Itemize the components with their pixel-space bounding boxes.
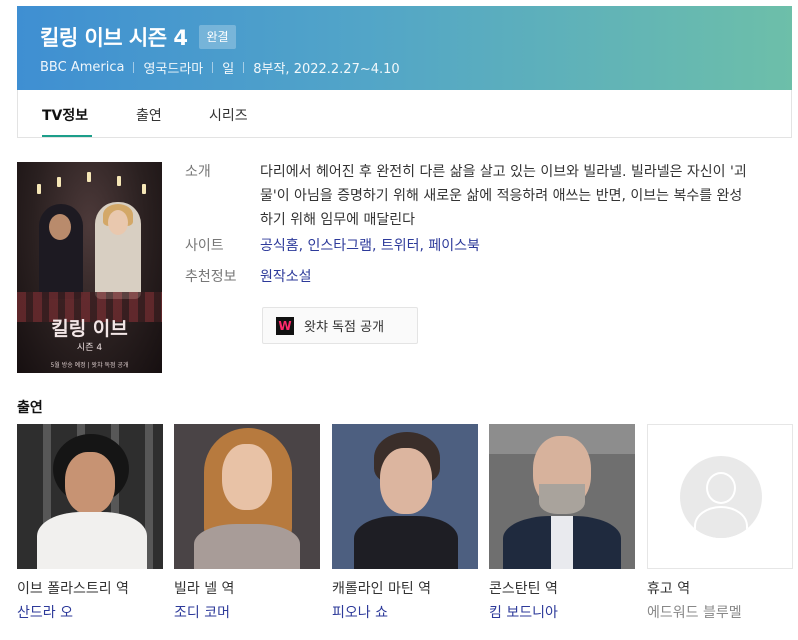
cast-role: 이브 폴라스트리 역 [17,581,129,597]
cast-name[interactable]: 조디 코머 [174,602,230,622]
site-link-official[interactable]: 공식홈 [260,238,299,254]
site-link-instagram[interactable]: 인스타그램 [308,238,372,254]
poster-tagline: 5월 방송 예정 | 왓챠 독점 공개 [50,362,129,369]
cast-photo[interactable] [332,424,478,569]
poster-season: 시즌 4 [76,343,103,353]
cast-card[interactable]: 빌라 넬 역 조디 코머 [174,424,320,621]
cast-photo[interactable] [489,424,635,569]
meta-day: 일 [222,62,235,77]
poster-title: 킬링 이브 [51,318,128,340]
program-title: 킬링 이브 시즌 4 [40,26,188,50]
recommend-label: 추천정보 [185,269,237,285]
cast-card[interactable]: 이브 폴라스트리 역 산드라 오 [17,424,163,621]
site-row: 사이트 공식홈, 인스타그램, 트위터, 페이스북 [185,235,480,255]
meta-genre: 영국드라마 [143,62,204,77]
watcha-button-label: 왓챠 독점 공개 [304,320,385,335]
meta-divider [133,62,135,73]
site-links: 공식홈, 인스타그램, 트위터, 페이스북 [260,238,480,254]
cast-card[interactable]: 콘스탄틴 역 킴 보드니아 [489,424,635,621]
recommend-row: 추천정보 원작소설 [185,266,312,286]
cast-name[interactable]: 킴 보드니아 [489,602,558,622]
cast-name: 에드워드 블루멜 [647,605,742,621]
site-link-facebook[interactable]: 페이스북 [428,238,480,254]
meta-episodes: 8부작, 2022.2.27~4.10 [253,62,400,77]
default-avatar-icon [680,456,762,538]
tab-cast[interactable]: 출연 [136,105,162,125]
cast-photo[interactable] [17,424,163,569]
cast-name[interactable]: 산드라 오 [17,602,73,622]
tab-series[interactable]: 시리즈 [209,105,248,125]
poster-image[interactable]: 킬링 이브 시즌 4 5월 방송 예정 | 왓챠 독점 공개 [17,162,162,373]
meta-divider [243,62,245,73]
meta-row: BBC America 영국드라마 일 8부작, 2022.2.27~4.10 [40,58,400,77]
watcha-exclusive-button[interactable]: W 왓챠 독점 공개 [262,307,418,344]
tab-tv-info[interactable]: TV정보 [42,105,88,125]
program-header: 킬링 이브 시즌 4 완결 BBC America 영국드라마 일 8부작, 2… [17,6,792,90]
active-tab-indicator [42,135,92,137]
site-link-twitter[interactable]: 트위터 [381,238,420,254]
cast-photo-placeholder[interactable] [647,424,793,569]
recommend-links: 원작소설 [260,266,312,286]
meta-divider [212,62,214,73]
cast-card[interactable]: 휴고 역 에드워드 블루멜 [647,424,793,621]
recommend-link[interactable]: 원작소설 [260,269,312,285]
tab-bar: TV정보 출연 시리즈 [17,90,792,138]
cast-card[interactable]: 캐롤라인 마틴 역 피오나 쇼 [332,424,478,621]
intro-label: 소개 [185,164,211,180]
intro-row: 소개 다리에서 헤어진 후 완전히 다른 삶을 살고 있는 이브와 빌라넬. 빌… [185,160,755,232]
cast-role: 콘스탄틴 역 [489,581,558,597]
status-badge: 완결 [199,25,236,49]
cast-role: 휴고 역 [647,581,691,597]
cast-photo[interactable] [174,424,320,569]
cast-name[interactable]: 피오나 쇼 [332,602,388,622]
title-row: 킬링 이브 시즌 4 완결 [40,22,236,52]
watcha-logo-icon: W [276,316,294,335]
cast-role: 빌라 넬 역 [174,581,235,597]
intro-text: 다리에서 헤어진 후 완전히 다른 삶을 살고 있는 이브와 빌라넬. 빌라넬은… [260,164,747,228]
site-label: 사이트 [185,238,224,254]
cast-section-title: 출연 [17,400,43,416]
cast-role: 캐롤라인 마틴 역 [332,581,432,597]
meta-channel[interactable]: BBC America [40,60,124,75]
